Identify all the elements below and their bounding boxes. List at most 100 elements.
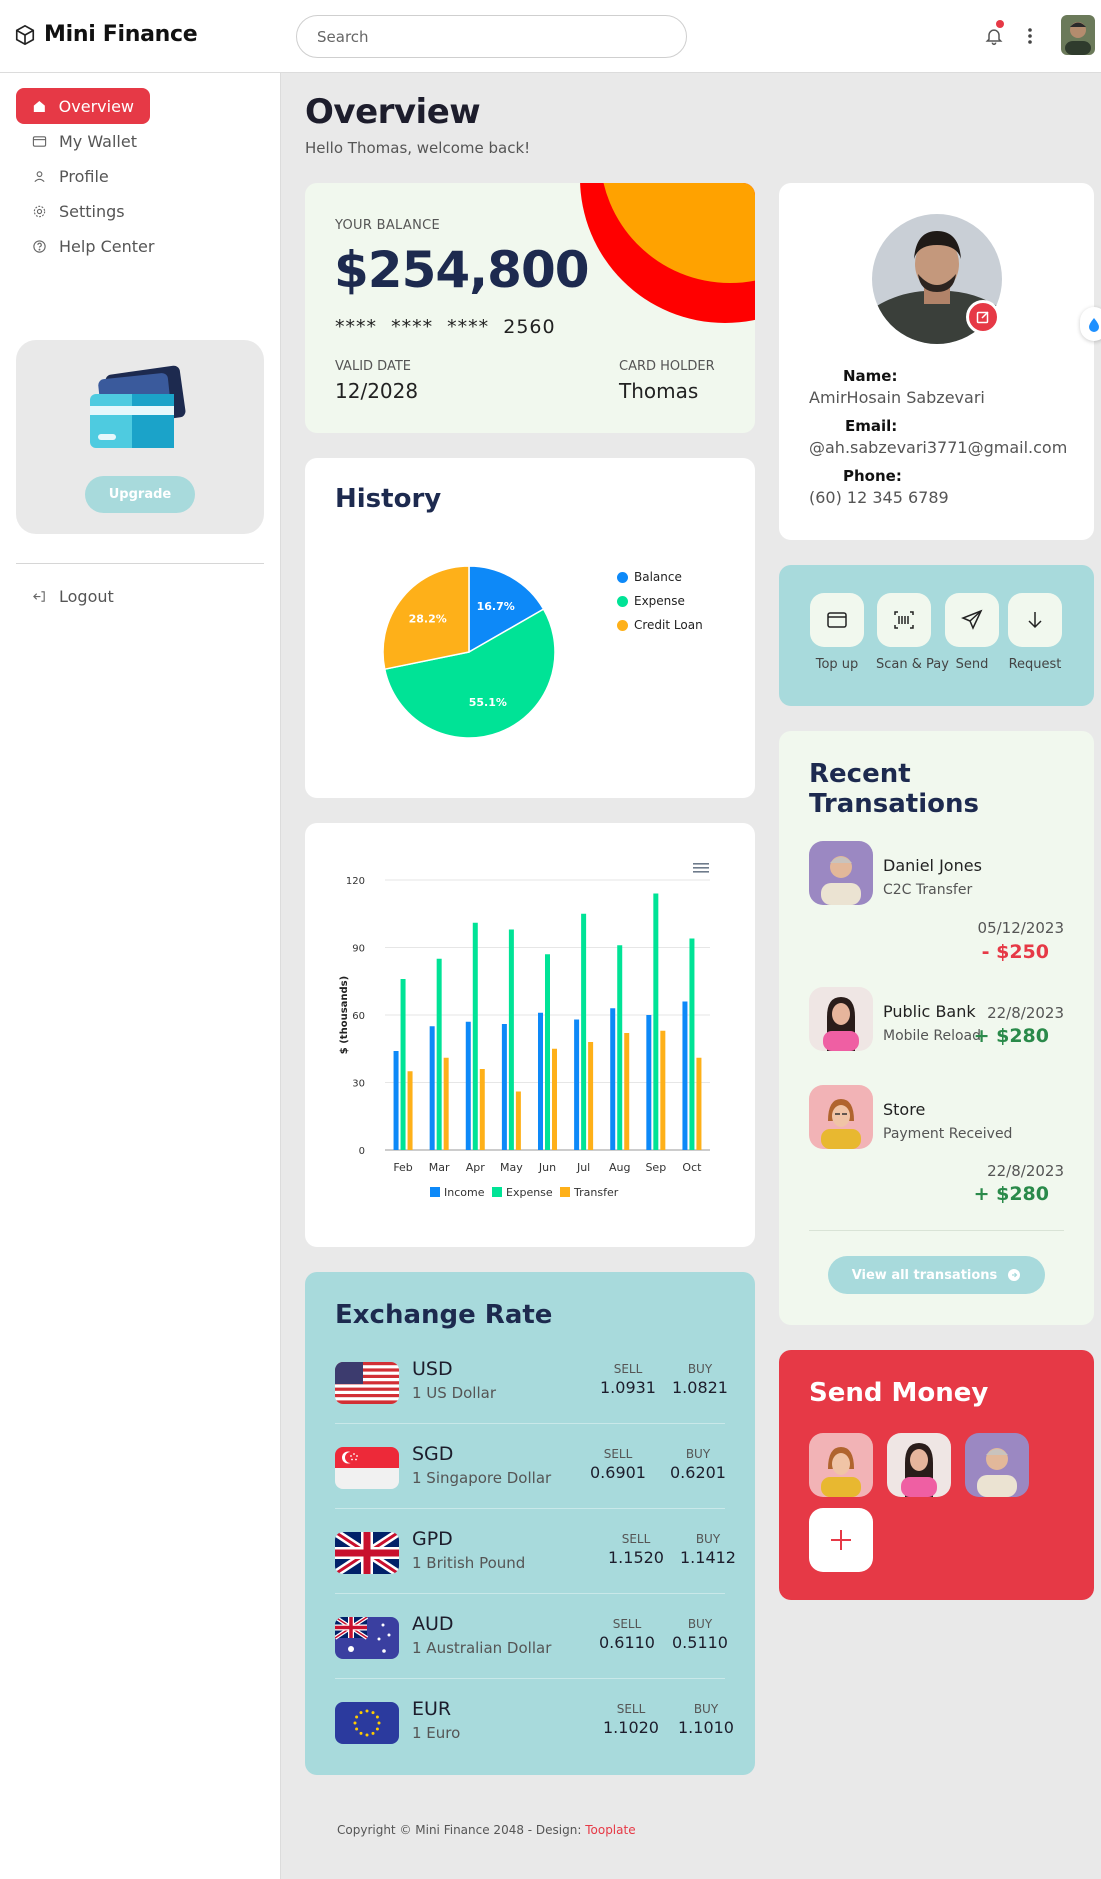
edit-profile-button[interactable] bbox=[966, 300, 1000, 334]
sidebar-item-label: Settings bbox=[59, 201, 125, 221]
sidebar-divider bbox=[16, 563, 264, 564]
legend-label: Balance bbox=[634, 570, 682, 584]
exchange-row-aud[interactable]: AUD 1 Australian Dollar SELL 0.6110 BUY 0.… bbox=[335, 1599, 728, 1684]
send-contact-avatar[interactable] bbox=[965, 1433, 1029, 1497]
upgrade-button[interactable]: Upgrade bbox=[85, 476, 195, 513]
bar-expense-aug[interactable] bbox=[617, 945, 623, 1150]
currency-name: 1 US Dollar bbox=[412, 1384, 497, 1402]
bar-income-jul[interactable] bbox=[574, 1019, 580, 1151]
sell-value: 0.6901 bbox=[590, 1463, 646, 1482]
bar-income-may[interactable] bbox=[501, 1024, 507, 1150]
bar-income-feb[interactable] bbox=[393, 1051, 399, 1150]
more-vertical-icon[interactable] bbox=[1022, 24, 1038, 48]
buy-value: 1.1010 bbox=[678, 1718, 734, 1737]
exchange-row-eur[interactable]: EUR 1 Euro SELL 1.1020 BUY 1.1010 bbox=[335, 1684, 734, 1769]
phone-value: (60) 12 345 6789 bbox=[809, 488, 949, 507]
brand[interactable]: Mini Finance bbox=[14, 22, 198, 47]
sidebar-item-overview[interactable]: Overview bbox=[16, 88, 150, 124]
action-send[interactable]: Send bbox=[944, 593, 1000, 672]
legend-label[interactable]: Transfer bbox=[573, 1186, 619, 1199]
legend-item-expense[interactable]: Expense bbox=[617, 589, 703, 613]
bar-expense-oct[interactable] bbox=[689, 938, 695, 1151]
bar-transfer-mar[interactable] bbox=[443, 1057, 449, 1150]
footer-link[interactable]: Tooplate bbox=[585, 1823, 635, 1837]
action-top-up[interactable]: Top up bbox=[809, 593, 865, 672]
transaction-date: 05/12/2023 bbox=[977, 919, 1064, 937]
legend-label[interactable]: Income bbox=[444, 1186, 485, 1199]
bar-expense-may[interactable] bbox=[508, 929, 514, 1151]
bar-income-oct[interactable] bbox=[682, 1001, 688, 1151]
add-contact-button[interactable] bbox=[809, 1508, 873, 1572]
buy-label: BUY bbox=[687, 1362, 713, 1376]
upgrade-card: Upgrade bbox=[16, 340, 264, 534]
transactions-title-line1: Recent bbox=[809, 759, 911, 789]
action-button[interactable] bbox=[877, 593, 931, 647]
action-request[interactable]: Request bbox=[1007, 593, 1063, 672]
buy-column: BUY 1.0821 bbox=[672, 1362, 728, 1397]
legend-item-credit-loan[interactable]: Credit Loan bbox=[617, 613, 703, 637]
top-header: Mini Finance bbox=[0, 0, 1101, 73]
exchange-row-sgd[interactable]: SGD 1 Singapore Dollar SELL 0.6901 BUY 0.6… bbox=[335, 1429, 726, 1514]
x-tick-label: Feb bbox=[393, 1161, 412, 1174]
action-button[interactable] bbox=[1008, 593, 1062, 647]
bar-expense-jun[interactable] bbox=[545, 954, 550, 1150]
view-all-transactions-button[interactable]: View all transations bbox=[828, 1256, 1045, 1294]
bar-transfer-may[interactable] bbox=[515, 1091, 521, 1151]
x-tick-label: Jul bbox=[576, 1161, 590, 1174]
sidebar-item-my-wallet[interactable]: My Wallet bbox=[16, 123, 153, 159]
user-avatar[interactable] bbox=[1061, 15, 1095, 55]
bar-transfer-jul[interactable] bbox=[588, 1042, 594, 1150]
sidebar-item-settings[interactable]: Settings bbox=[16, 193, 141, 229]
buy-value: 0.6201 bbox=[670, 1463, 726, 1482]
sidebar-item-logout[interactable]: Logout bbox=[16, 578, 130, 614]
bar-expense-apr[interactable] bbox=[472, 922, 478, 1150]
bar-income-sep[interactable] bbox=[646, 1015, 652, 1150]
bar-income-jun[interactable] bbox=[538, 1012, 543, 1150]
transactions-divider bbox=[809, 1230, 1064, 1231]
send-contact-avatar[interactable] bbox=[809, 1433, 873, 1497]
bar-transfer-jun[interactable] bbox=[552, 1048, 557, 1150]
page-subtitle: Hello Thomas, welcome back! bbox=[305, 139, 531, 157]
balance-amount: $254,800 bbox=[334, 241, 590, 299]
avatar bbox=[809, 1085, 873, 1149]
footer-text: Copyright © Mini Finance 2048 - Design: bbox=[337, 1823, 586, 1837]
bar-income-apr[interactable] bbox=[465, 1021, 471, 1150]
bar-expense-mar[interactable] bbox=[436, 958, 442, 1150]
legend-label[interactable]: Expense bbox=[506, 1186, 553, 1199]
y-tick-label: 60 bbox=[352, 1011, 365, 1022]
barcode-icon bbox=[894, 611, 914, 629]
bar-transfer-sep[interactable] bbox=[660, 1030, 666, 1150]
transaction-name: Daniel Jones bbox=[883, 856, 982, 875]
buy-column: BUY 1.1010 bbox=[678, 1702, 734, 1737]
sidebar-item-profile[interactable]: Profile bbox=[16, 158, 125, 194]
bar-expense-jul[interactable] bbox=[581, 913, 587, 1150]
bar-transfer-oct[interactable] bbox=[696, 1057, 702, 1150]
sidebar-item-help-center[interactable]: Help Center bbox=[16, 228, 170, 264]
legend-item-balance[interactable]: Balance bbox=[617, 565, 703, 589]
send-contact-avatar[interactable] bbox=[887, 1433, 951, 1497]
view-all-label: View all transations bbox=[851, 1267, 998, 1283]
bar-transfer-feb[interactable] bbox=[407, 1071, 413, 1150]
action-button[interactable] bbox=[945, 593, 999, 647]
bar-transfer-apr[interactable] bbox=[479, 1069, 485, 1150]
action-scan-pay[interactable]: Scan & Pay bbox=[876, 593, 949, 672]
gb-flag-icon bbox=[335, 1532, 399, 1574]
search-input[interactable] bbox=[296, 15, 687, 58]
email-value: @ah.sabzevari3771@gmail.com bbox=[809, 438, 1068, 457]
exchange-row-gpd[interactable]: GPD 1 British Pound SELL 1.1520 BUY 1.1412 bbox=[335, 1514, 736, 1599]
exchange-rate-card: Exchange Rate USD 1 US Dollar SELL 1.0931… bbox=[305, 1272, 755, 1775]
bar-income-aug[interactable] bbox=[610, 1008, 616, 1150]
bar-expense-feb[interactable] bbox=[400, 979, 406, 1150]
action-label: Send bbox=[955, 657, 989, 672]
bar-income-mar[interactable] bbox=[429, 1026, 435, 1150]
action-button[interactable] bbox=[810, 593, 864, 647]
balance-card: YOUR BALANCE $254,800 **** **** **** 256… bbox=[305, 183, 755, 433]
bar-transfer-aug[interactable] bbox=[624, 1033, 630, 1150]
floating-helper-button[interactable] bbox=[1080, 307, 1101, 341]
transaction-type: Payment Received bbox=[883, 1126, 1013, 1142]
sell-label: SELL bbox=[616, 1702, 646, 1716]
bar-expense-sep[interactable] bbox=[653, 893, 659, 1151]
exchange-row-usd[interactable]: USD 1 US Dollar SELL 1.0931 BUY 1.0821 bbox=[335, 1344, 728, 1429]
quick-actions-card: Top up Scan & Pay Send Request bbox=[779, 565, 1094, 706]
bell-icon[interactable] bbox=[984, 26, 1004, 46]
